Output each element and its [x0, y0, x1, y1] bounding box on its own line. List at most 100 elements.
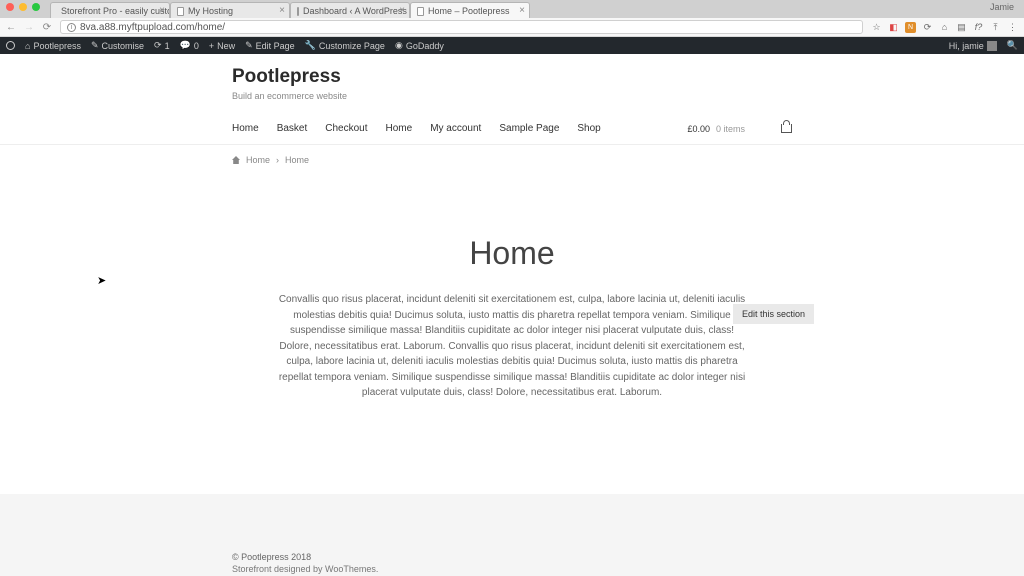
nav-item[interactable]: Shop	[577, 123, 600, 134]
adminbar-search[interactable]: 🔍	[1007, 40, 1018, 51]
wp-admin-bar: ⌂Pootlepress ✎Customise ⟳1 💬0 +New ✎Edit…	[0, 37, 1024, 54]
reload-button[interactable]: ⟳	[42, 22, 52, 33]
browser-tab[interactable]: My Hosting ×	[170, 2, 290, 18]
tab-label: Dashboard ‹ A WordPress Sit	[303, 6, 410, 16]
nav-menu: Home Basket Checkout Home My account Sam…	[232, 123, 601, 134]
comment-icon: 💬	[180, 40, 191, 51]
site-info-icon[interactable]: i	[67, 23, 76, 32]
breadcrumb-current: Home	[285, 155, 309, 165]
page-heading: Home	[232, 235, 792, 272]
breadcrumb-home[interactable]: Home	[246, 155, 270, 165]
breadcrumb: Home › Home	[232, 155, 792, 165]
adminbar-site-label: Pootlepress	[33, 41, 81, 51]
browser-tabstrip: Storefront Pro - easily custom × My Host…	[0, 0, 1024, 18]
nav-item[interactable]: Basket	[277, 123, 308, 134]
favicon-icon	[297, 7, 299, 16]
nav-item[interactable]: Checkout	[325, 123, 367, 134]
breadcrumb-sep: ›	[276, 155, 279, 165]
tab-close-icon[interactable]: ×	[159, 5, 165, 16]
adminbar-updates[interactable]: ⟳1	[154, 40, 170, 51]
tab-label: My Hosting	[188, 6, 233, 16]
plus-icon: +	[209, 41, 214, 51]
tab-close-icon[interactable]: ×	[399, 5, 405, 16]
wrench-icon: 🔧	[305, 40, 316, 51]
cart-items: 0 items	[716, 124, 745, 134]
adminbar-site[interactable]: ⌂Pootlepress	[25, 41, 81, 51]
extension-icon[interactable]: ⤒	[990, 22, 1001, 33]
browser-tab[interactable]: Storefront Pro - easily custom ×	[50, 2, 170, 18]
adminbar-customizepage-label: Customize Page	[319, 41, 385, 51]
home-icon[interactable]	[232, 156, 240, 164]
extension-icon[interactable]: ▤	[956, 22, 967, 33]
url-text: 8va.a88.myftpupload.com/home/	[80, 22, 225, 33]
forward-button[interactable]: →	[24, 22, 34, 33]
adminbar-greeting: Hi, jamie	[949, 41, 984, 51]
adminbar-edit-page[interactable]: ✎Edit Page	[245, 40, 295, 51]
basket-icon	[781, 124, 792, 133]
main-nav: Home Basket Checkout Home My account Sam…	[232, 123, 792, 144]
adminbar-customise[interactable]: ✎Customise	[91, 40, 144, 51]
site-title[interactable]: Pootlepress	[232, 66, 792, 88]
adminbar-account[interactable]: Hi, jamie	[949, 41, 997, 51]
edit-section-button[interactable]: Edit this section	[733, 304, 814, 324]
browser-tab-active[interactable]: Home – Pootlepress ×	[410, 2, 530, 18]
nav-item[interactable]: My account	[430, 123, 481, 134]
footer-copyright: © Pootlepress 2018	[232, 552, 792, 562]
adminbar-updates-count: 1	[165, 41, 170, 51]
search-icon: 🔍	[1007, 40, 1018, 51]
adminbar-comments-count: 0	[194, 41, 199, 51]
browser-tab[interactable]: Dashboard ‹ A WordPress Sit ×	[290, 2, 410, 18]
adminbar-editpage-label: Edit Page	[256, 41, 295, 51]
chrome-profile-name[interactable]: Jamie	[990, 2, 1014, 12]
update-icon: ⟳	[154, 40, 162, 51]
extension-icon[interactable]: f?	[973, 22, 984, 33]
window-close-dot[interactable]	[6, 3, 14, 11]
extension-icon[interactable]: ⌂	[939, 22, 950, 33]
menu-icon[interactable]: ⋮	[1007, 22, 1018, 33]
address-bar[interactable]: i 8va.a88.myftpupload.com/home/	[60, 20, 863, 34]
pencil-icon: ✎	[245, 40, 253, 51]
adminbar-godaddy[interactable]: ◉GoDaddy	[395, 40, 444, 51]
page-content: Home Convallis quo risus placerat, incid…	[232, 235, 792, 401]
header-cart[interactable]: £0.00 0 items	[687, 124, 792, 134]
adminbar-new[interactable]: +New	[209, 41, 235, 51]
favicon-icon	[177, 7, 184, 16]
adminbar-customise-label: Customise	[102, 41, 145, 51]
extension-icon[interactable]: ⟳	[922, 22, 933, 33]
brush-icon: ✎	[91, 40, 99, 51]
browser-toolbar: ← → ⟳ i 8va.a88.myftpupload.com/home/ ☆ …	[0, 18, 1024, 37]
extension-icon[interactable]: N	[905, 22, 916, 33]
mouse-cursor-icon: ➤	[97, 274, 106, 287]
footer-credit: Storefront designed by WooThemes.	[232, 564, 792, 574]
nav-item[interactable]: Home	[386, 123, 413, 134]
star-icon[interactable]: ☆	[871, 22, 882, 33]
window-zoom-dot[interactable]	[32, 3, 40, 11]
page-paragraph: Convallis quo risus placerat, incidunt d…	[277, 292, 747, 401]
avatar-icon	[987, 41, 997, 51]
site-footer-wrap: © Pootlepress 2018 Storefront designed b…	[0, 494, 1024, 576]
adminbar-comments[interactable]: 💬0	[180, 40, 199, 51]
window-minimize-dot[interactable]	[19, 3, 27, 11]
cart-total: £0.00	[687, 124, 710, 134]
home-icon: ⌂	[25, 41, 30, 51]
divider	[0, 144, 1024, 145]
adminbar-new-label: New	[217, 41, 235, 51]
tab-close-icon[interactable]: ×	[279, 5, 285, 16]
adminbar-customize-page[interactable]: 🔧Customize Page	[305, 40, 385, 51]
extension-icon[interactable]: ◧	[888, 22, 899, 33]
back-button[interactable]: ←	[6, 22, 16, 33]
nav-item[interactable]: Sample Page	[499, 123, 559, 134]
site-tagline: Build an ecommerce website	[232, 91, 792, 101]
site-footer: © Pootlepress 2018 Storefront designed b…	[0, 544, 1024, 576]
favicon-icon	[417, 7, 424, 16]
site-header: Pootlepress Build an ecommerce website H…	[232, 54, 792, 144]
wp-logo[interactable]	[6, 41, 15, 50]
page-body: Pootlepress Build an ecommerce website H…	[0, 54, 1024, 576]
adminbar-godaddy-label: GoDaddy	[406, 41, 444, 51]
tab-close-icon[interactable]: ×	[519, 5, 525, 16]
nav-item[interactable]: Home	[232, 123, 259, 134]
tab-label: Home – Pootlepress	[428, 6, 510, 16]
tab-label: Storefront Pro - easily custom	[61, 6, 170, 16]
godaddy-icon: ◉	[395, 40, 403, 51]
wordpress-icon	[6, 41, 15, 50]
